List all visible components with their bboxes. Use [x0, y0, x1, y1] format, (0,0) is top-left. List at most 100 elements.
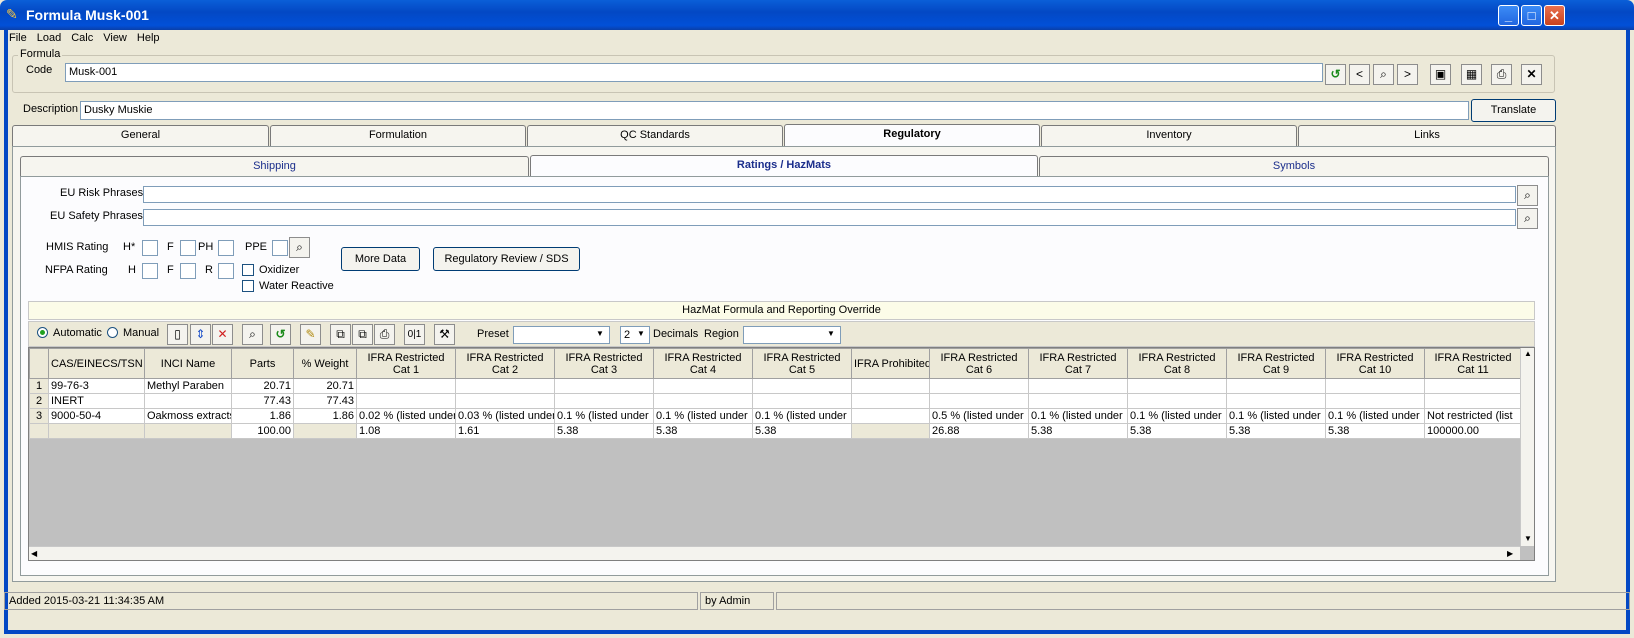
grid-cell[interactable]: [653, 378, 753, 394]
grid-cell[interactable]: [144, 393, 232, 409]
code-field[interactable]: Musk-001: [65, 63, 1323, 82]
subtab-shipping[interactable]: Shipping: [20, 156, 529, 177]
manual-radio[interactable]: [107, 327, 118, 338]
menu-load[interactable]: Load: [32, 30, 66, 46]
subtab-symbols[interactable]: Symbols: [1039, 156, 1549, 177]
tab-inventory[interactable]: Inventory: [1041, 125, 1297, 146]
grid-cell[interactable]: [1424, 393, 1522, 409]
column-header[interactable]: CAS/EINECS/TSN: [48, 348, 145, 379]
column-header[interactable]: IFRA Restricted Cat 4: [653, 348, 753, 379]
grid-cell[interactable]: [1028, 378, 1128, 394]
grid-cell[interactable]: 20.71: [293, 378, 357, 394]
scroll-left-icon[interactable]: ◀: [31, 549, 37, 558]
delete-icon[interactable]: ✕: [1521, 64, 1542, 85]
grid-cell[interactable]: [554, 393, 654, 409]
column-header[interactable]: INCI Name: [144, 348, 232, 379]
binary-toggle-icon[interactable]: 0|1: [404, 324, 425, 345]
grid-cell[interactable]: 1.86: [293, 408, 357, 424]
grid-cell[interactable]: 77.43: [231, 393, 294, 409]
column-header[interactable]: IFRA Prohibited: [851, 348, 930, 379]
save-icon[interactable]: ▣: [1430, 64, 1451, 85]
decimals-select[interactable]: 2: [620, 326, 650, 344]
menu-help[interactable]: Help: [132, 30, 165, 46]
column-header[interactable]: % Weight: [293, 348, 357, 379]
close-button[interactable]: ✕: [1544, 5, 1565, 26]
prev-icon[interactable]: <: [1349, 64, 1370, 85]
eu-risk-field[interactable]: [143, 186, 1516, 203]
grid-cell[interactable]: 0.03 % (listed under: [455, 408, 555, 424]
grid-cell[interactable]: 0.1 % (listed under: [752, 408, 852, 424]
minimize-button[interactable]: _: [1498, 5, 1519, 26]
menu-file[interactable]: File: [4, 30, 32, 46]
grid-cell[interactable]: 0.5 % (listed under: [929, 408, 1029, 424]
column-header[interactable]: IFRA Restricted Cat 1: [356, 348, 456, 379]
print-icon[interactable]: ⎙: [374, 324, 395, 345]
grid-cell[interactable]: [1226, 393, 1326, 409]
horizontal-scrollbar[interactable]: ◀ ▶: [29, 546, 1520, 560]
grid-cell[interactable]: [1424, 378, 1522, 394]
tab-regulatory[interactable]: Regulatory: [784, 124, 1040, 147]
hmis-ph-field[interactable]: [218, 240, 234, 256]
grid-cell[interactable]: 77.43: [293, 393, 357, 409]
grid-cell[interactable]: [1325, 393, 1425, 409]
grid-cell[interactable]: 20.71: [231, 378, 294, 394]
grid-cell[interactable]: [1325, 378, 1425, 394]
search-icon[interactable]: ⌕: [242, 324, 263, 345]
more-data-button[interactable]: More Data: [341, 247, 420, 271]
column-header[interactable]: Parts: [231, 348, 294, 379]
grid-cell[interactable]: 0.1 % (listed under: [1127, 408, 1227, 424]
scroll-down-icon[interactable]: ▼: [1524, 534, 1532, 543]
wrench-icon[interactable]: ⚒: [434, 324, 455, 345]
automatic-radio[interactable]: [37, 327, 48, 338]
grid-cell[interactable]: 9000-50-4: [48, 408, 145, 424]
grid-cell[interactable]: [851, 378, 930, 394]
paste-icon[interactable]: ⧉: [352, 324, 373, 345]
grid-cell[interactable]: [1127, 393, 1227, 409]
column-header[interactable]: IFRA Restricted Cat 7: [1028, 348, 1128, 379]
table-row[interactable]: 2 INERT 77.43 77.43: [29, 393, 1522, 409]
tab-links[interactable]: Links: [1298, 125, 1556, 146]
search-icon[interactable]: ⌕: [1517, 185, 1538, 206]
column-header[interactable]: IFRA Restricted Cat 9: [1226, 348, 1326, 379]
vertical-scrollbar[interactable]: ▲ ▼: [1520, 348, 1534, 546]
grid-cell[interactable]: 99-76-3: [48, 378, 145, 394]
grid-cell[interactable]: [1226, 378, 1326, 394]
edit-pencil-icon[interactable]: ✎: [300, 324, 321, 345]
grid-cell[interactable]: [851, 393, 930, 409]
nfpa-r-field[interactable]: [218, 263, 234, 279]
scroll-right-icon[interactable]: ▶: [1507, 549, 1513, 558]
calculator-icon[interactable]: ▦: [1461, 64, 1482, 85]
description-field[interactable]: Dusky Muskie: [80, 101, 1469, 120]
grid-cell[interactable]: [1028, 393, 1128, 409]
grid-cell[interactable]: [356, 393, 456, 409]
tab-general[interactable]: General: [12, 125, 269, 146]
undo-icon[interactable]: ↺: [270, 324, 291, 345]
translate-button[interactable]: Translate: [1471, 99, 1556, 122]
grid-cell[interactable]: 0.1 % (listed under: [554, 408, 654, 424]
search-icon[interactable]: ⌕: [1373, 64, 1394, 85]
eu-safety-field[interactable]: [143, 209, 1516, 226]
regulatory-review-button[interactable]: Regulatory Review / SDS: [433, 247, 580, 271]
print-icon[interactable]: ⎙: [1491, 64, 1512, 85]
column-header[interactable]: IFRA Restricted Cat 8: [1127, 348, 1227, 379]
grid-cell[interactable]: [929, 393, 1029, 409]
grid-cell[interactable]: Oakmoss extracts: [144, 408, 232, 424]
delete-row-icon[interactable]: ✕: [212, 324, 233, 345]
menu-calc[interactable]: Calc: [66, 30, 98, 46]
column-header[interactable]: IFRA Restricted Cat 10: [1325, 348, 1425, 379]
nfpa-h-field[interactable]: [142, 263, 158, 279]
nfpa-f-field[interactable]: [180, 263, 196, 279]
scroll-up-icon[interactable]: ▲: [1524, 349, 1532, 358]
grid-cell[interactable]: [554, 378, 654, 394]
insert-row-icon[interactable]: ⇕: [190, 324, 211, 345]
grid-cell[interactable]: [356, 378, 456, 394]
next-icon[interactable]: >: [1397, 64, 1418, 85]
new-row-icon[interactable]: ▯: [167, 324, 188, 345]
grid-cell[interactable]: [455, 393, 555, 409]
subtab-ratings-hazmats[interactable]: Ratings / HazMats: [530, 155, 1038, 177]
grid-cell[interactable]: 0.1 % (listed under: [1028, 408, 1128, 424]
grid-cell[interactable]: INERT: [48, 393, 145, 409]
grid-cell[interactable]: 1.86: [231, 408, 294, 424]
column-header[interactable]: IFRA Restricted Cat 6: [929, 348, 1029, 379]
column-header[interactable]: IFRA Restricted Cat 3: [554, 348, 654, 379]
